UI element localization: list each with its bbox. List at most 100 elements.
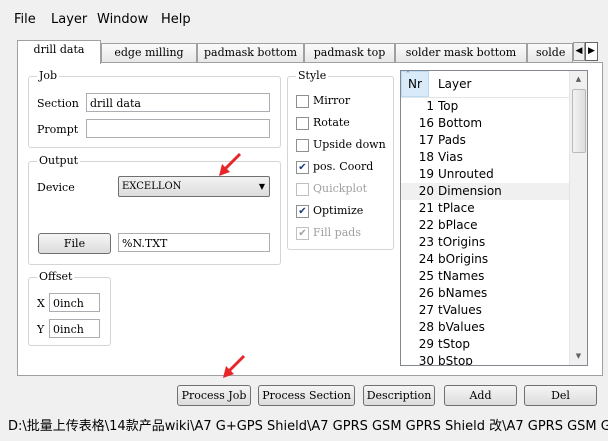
layer-name: Pads	[438, 133, 466, 147]
layer-number: 28	[418, 320, 434, 334]
layer-row[interactable]: 28 bValues	[401, 319, 569, 336]
layer-row[interactable]: 25 tNames	[401, 268, 569, 285]
job-group-title: Job	[37, 69, 60, 82]
sort-up-icon: ⌃	[405, 70, 411, 78]
tab-padmask-bottom[interactable]: padmask bottom	[197, 43, 304, 63]
offset-y-label: Y	[37, 323, 45, 336]
process-section-button[interactable]: Process Section	[258, 385, 355, 406]
menu-bar: File Layer Window Help	[0, 0, 608, 40]
check-mark-icon[interactable]: ✔	[296, 205, 309, 218]
annotation-arrow-icon	[219, 152, 242, 176]
upside-down-label: Upside down	[313, 138, 386, 151]
style-group-title: Style	[296, 69, 329, 82]
menu-help[interactable]: Help	[161, 12, 191, 27]
del-button[interactable]: Del	[524, 385, 597, 406]
layer-number: 27	[418, 303, 434, 317]
layer-name: Dimension	[438, 184, 502, 198]
offset-x-input[interactable]: 0inch	[49, 293, 100, 312]
layer-name: Vias	[438, 150, 463, 164]
quickplot-label: Quickplot	[313, 182, 368, 195]
checkbox-box[interactable]	[296, 95, 309, 108]
column-header-layer[interactable]: Layer	[438, 71, 471, 97]
layer-row[interactable]: 18 Vias	[401, 149, 569, 166]
process-job-button[interactable]: Process Job	[177, 385, 251, 406]
output-group-title: Output	[37, 154, 81, 167]
layer-list-scrollbar[interactable]: ▲ ▼	[569, 71, 587, 365]
layer-row[interactable]: 30 bStop	[401, 353, 569, 366]
tab-padmask-top[interactable]: padmask top	[304, 43, 395, 63]
section-input[interactable]: drill data	[86, 93, 270, 112]
layer-number: 20	[418, 184, 434, 198]
layer-row[interactable]: 29 tStop	[401, 336, 569, 353]
add-button[interactable]: Add	[444, 385, 517, 406]
layer-rows: 1 Top 16 Bottom 17 Pads 18 Vias 19 Unrouted 20 Dime…	[401, 98, 569, 366]
scroll-down-icon[interactable]: ▼	[570, 348, 587, 365]
layer-name: Bottom	[438, 116, 483, 130]
layer-number: 22	[418, 218, 434, 232]
layer-number: 23	[418, 235, 434, 249]
offset-group-title: Offset	[37, 270, 75, 283]
layer-name: Unrouted	[438, 167, 494, 181]
check-mark-icon: ✔	[296, 227, 309, 240]
chevron-down-icon: ▼	[258, 182, 265, 191]
file-name-input[interactable]: %N.TXT	[118, 233, 270, 252]
layer-number: 30	[418, 354, 434, 366]
check-mark-icon[interactable]: ✔	[296, 161, 309, 174]
layer-name: tNames	[438, 269, 485, 283]
layer-row[interactable]: 17 Pads	[401, 132, 569, 149]
file-button[interactable]: File	[38, 233, 111, 254]
layer-number: 24	[418, 252, 434, 266]
layer-row[interactable]: 21 tPlace	[401, 200, 569, 217]
layer-number: 18	[418, 150, 434, 164]
tab-solder-mask-top[interactable]: solde	[527, 43, 573, 62]
layer-list[interactable]: Nr ⌃ Layer 1 Top 16 Bottom 17 Pads 18 Vias 19 Unr…	[400, 70, 588, 366]
rotate-label: Rotate	[313, 116, 350, 129]
status-path: D:\批量上传表格\14款产品wiki\A7 G+GPS Shield\A7 G…	[8, 419, 608, 434]
layer-number: 16	[418, 116, 434, 130]
optimize-label: Optimize	[313, 204, 364, 217]
tab-drill-data[interactable]: drill data	[17, 40, 101, 64]
layer-number: 25	[418, 269, 434, 283]
layer-number: 29	[418, 337, 434, 351]
layer-name: tValues	[438, 303, 482, 317]
layer-name: tPlace	[438, 201, 475, 215]
tab-solder-mask-bottom[interactable]: solder mask bottom	[395, 43, 527, 63]
device-select-value: EXCELLON	[122, 181, 182, 192]
layer-row[interactable]: 19 Unrouted	[401, 166, 569, 183]
menu-layer[interactable]: Layer	[51, 12, 87, 27]
pos-coord-label: pos. Coord	[313, 160, 374, 173]
layer-row[interactable]: 16 Bottom	[401, 115, 569, 132]
section-label: Section	[37, 97, 79, 110]
device-label: Device	[37, 181, 75, 194]
layer-row[interactable]: 20 Dimension	[401, 183, 569, 200]
tab-edge-milling[interactable]: edge milling	[101, 43, 197, 63]
device-select[interactable]: EXCELLON ▼	[118, 176, 270, 197]
layer-name: tOrigins	[438, 235, 486, 249]
layer-list-header: Nr ⌃ Layer	[401, 71, 569, 98]
layer-row[interactable]: 23 tOrigins	[401, 234, 569, 251]
layer-row[interactable]: 1 Top	[401, 98, 569, 115]
layer-name: Top	[438, 99, 459, 113]
layer-row[interactable]: 24 bOrigins	[401, 251, 569, 268]
layer-row[interactable]: 22 bPlace	[401, 217, 569, 234]
menu-window[interactable]: Window	[97, 12, 148, 27]
offset-x-label: X	[37, 297, 45, 310]
scroll-up-icon[interactable]: ▲	[570, 71, 587, 88]
offset-y-input[interactable]: 0inch	[49, 319, 100, 338]
layer-name: tStop	[438, 337, 470, 351]
layer-number: 21	[418, 201, 434, 215]
layer-name: bNames	[438, 286, 488, 300]
fill-pads-label: Fill pads	[313, 226, 361, 239]
tab-scroll-right-icon[interactable]: ▶	[585, 42, 598, 61]
scrollbar-thumb[interactable]	[572, 89, 586, 153]
checkbox-box[interactable]	[296, 117, 309, 130]
tab-scroll-left-icon[interactable]: ◀	[573, 42, 585, 61]
layer-name: bOrigins	[438, 252, 489, 266]
layer-row[interactable]: 26 bNames	[401, 285, 569, 302]
layer-row[interactable]: 27 tValues	[401, 302, 569, 319]
prompt-input[interactable]	[86, 119, 270, 138]
layer-name: bValues	[438, 320, 485, 334]
checkbox-box[interactable]	[296, 139, 309, 152]
menu-file[interactable]: File	[14, 12, 36, 27]
description-button[interactable]: Description	[363, 385, 435, 406]
